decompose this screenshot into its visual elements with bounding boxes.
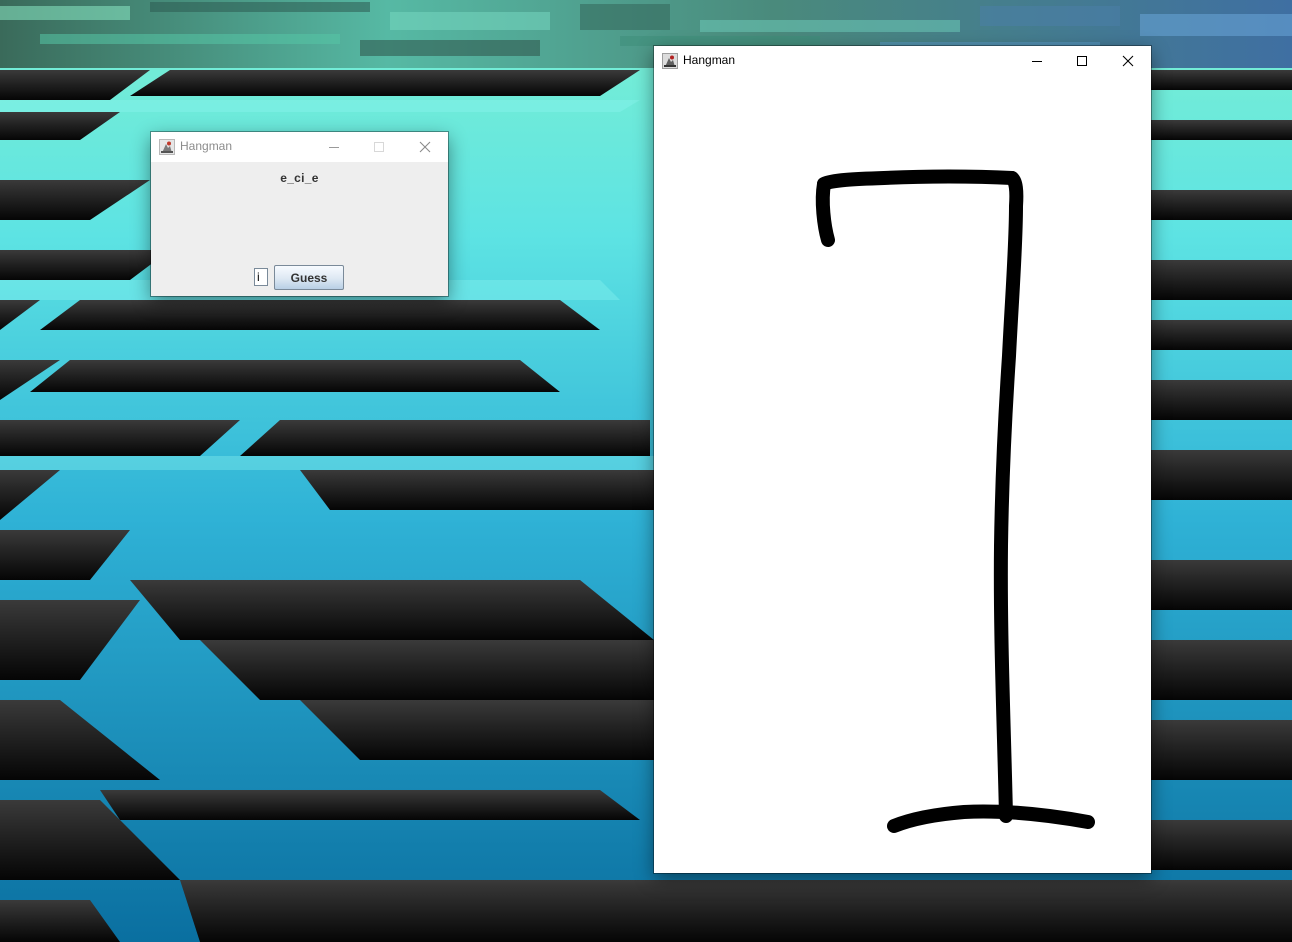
minimize-button[interactable] <box>1014 46 1060 76</box>
guess-button[interactable]: Guess <box>274 265 344 290</box>
java-app-icon <box>662 53 678 69</box>
close-button[interactable] <box>402 132 448 162</box>
guess-letter-input[interactable] <box>254 268 268 286</box>
gallows-base <box>887 804 1095 833</box>
minimize-icon <box>329 147 339 148</box>
maximize-icon <box>1077 56 1087 66</box>
title-bar[interactable]: Hangman <box>151 132 448 162</box>
minimize-button[interactable] <box>311 132 357 162</box>
minimize-icon <box>1032 61 1042 62</box>
close-icon <box>419 141 431 153</box>
hangman-input-window: Hangman e_ci_e Guess <box>151 132 448 296</box>
window-title: Hangman <box>683 53 736 67</box>
maximize-button[interactable] <box>1059 46 1105 76</box>
window-title: Hangman <box>180 139 233 153</box>
maximize-button <box>356 132 402 162</box>
title-bar[interactable]: Hangman <box>654 46 1151 76</box>
hangman-drawing-window: Hangman <box>654 46 1151 873</box>
maximize-icon <box>374 142 384 152</box>
java-app-icon <box>159 139 175 155</box>
close-button[interactable] <box>1105 46 1151 76</box>
gallows-rope <box>815 177 835 247</box>
gallows-beam <box>817 169 1019 191</box>
gallows-pole <box>993 171 1024 823</box>
desktop: Hangman e_ci_e Guess <box>0 0 1292 942</box>
window-content: e_ci_e Guess <box>151 162 448 296</box>
drawing-canvas[interactable] <box>654 76 1151 873</box>
close-icon <box>1122 55 1134 67</box>
word-display: e_ci_e <box>280 171 319 185</box>
